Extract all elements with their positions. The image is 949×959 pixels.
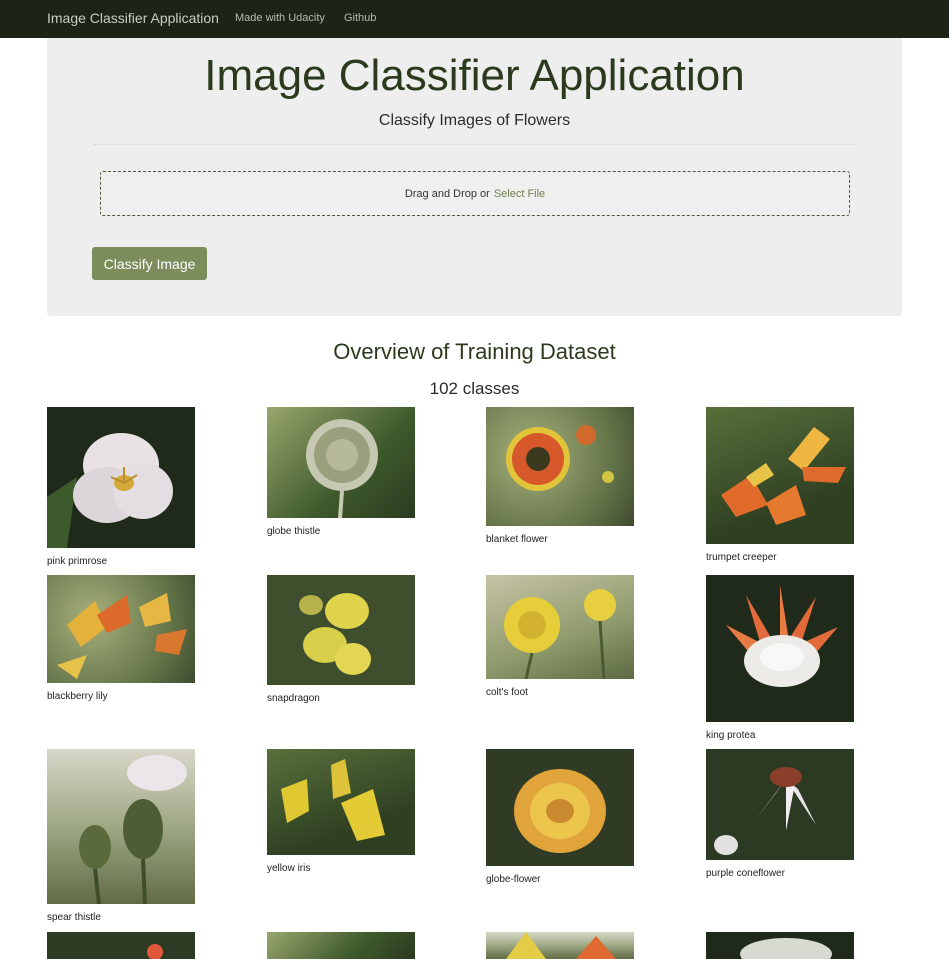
flower-label: globe-flower — [486, 874, 541, 885]
gallery-item: blackberry lily — [47, 575, 195, 702]
gallery-item: colt's foot — [486, 575, 634, 698]
gallery-item — [267, 932, 415, 959]
flower-label: pink primrose — [47, 556, 108, 567]
gallery-item: yellow iris — [267, 749, 415, 874]
navbar: Image Classifier Application Made with U… — [0, 0, 949, 38]
gallery-item: spear thistle — [47, 749, 195, 923]
flower-image-globe-flower — [486, 749, 634, 866]
flower-label: globe thistle — [267, 526, 321, 537]
gallery-item — [486, 932, 634, 959]
gallery-item: trumpet creeper — [706, 407, 854, 563]
file-dropzone[interactable]: Drag and Drop or Select File — [100, 171, 850, 216]
flower-image-partial — [706, 932, 854, 959]
gallery-item — [47, 932, 195, 959]
divider — [94, 144, 854, 147]
flower-image-colts-foot — [486, 575, 634, 679]
flower-label: blackberry lily — [47, 691, 108, 702]
gallery-item: globe-flower — [486, 749, 634, 885]
flower-image-spear-thistle — [47, 749, 195, 904]
select-file-link[interactable]: Select File — [494, 188, 545, 200]
gallery-item: pink primrose — [47, 407, 195, 567]
flower-image-blackberry-lily — [47, 575, 195, 683]
flower-image-yellow-iris — [267, 749, 415, 855]
class-count: 102 classes — [429, 379, 520, 398]
gallery-item: purple coneflower — [706, 749, 854, 879]
flower-image-trumpet-creeper — [706, 407, 854, 544]
flower-image-partial — [486, 932, 634, 959]
flower-label: spear thistle — [47, 912, 101, 923]
gallery-item: blanket flower — [486, 407, 634, 545]
flower-image-globe-thistle — [267, 407, 415, 518]
flower-label: blanket flower — [486, 534, 548, 545]
dropzone-text: Drag and Drop or — [404, 187, 490, 200]
flower-label: snapdragon — [267, 693, 320, 704]
flower-label: yellow iris — [267, 863, 311, 874]
gallery-item: snapdragon — [267, 575, 415, 704]
overview-title: Overview of Training Dataset — [333, 339, 616, 364]
nav-link-github[interactable]: Github — [344, 12, 376, 24]
flower-image-purple-coneflower — [706, 749, 854, 860]
page-title: Image Classifier Application — [204, 51, 745, 100]
jumbotron: Image Classifier Application Classify Im… — [47, 38, 902, 316]
gallery-item: globe thistle — [267, 407, 415, 537]
flower-image-king-protea — [706, 575, 854, 722]
gallery-item: king protea — [706, 575, 854, 741]
flower-label: colt's foot — [486, 687, 528, 698]
flower-image-pink-primrose — [47, 407, 195, 548]
flower-image-partial — [267, 932, 415, 959]
classify-image-button[interactable]: Classify Image — [92, 247, 207, 280]
brand-link[interactable]: Image Classifier Application — [47, 10, 219, 26]
flower-label: trumpet creeper — [706, 552, 777, 563]
flower-label: king protea — [706, 730, 756, 741]
nav-link-udacity[interactable]: Made with Udacity — [235, 12, 325, 24]
flower-image-partial — [47, 932, 195, 959]
page-subtitle: Classify Images of Flowers — [378, 112, 571, 129]
gallery-item — [706, 932, 854, 959]
flower-image-blanket-flower — [486, 407, 634, 526]
flower-label: purple coneflower — [706, 868, 785, 879]
flower-image-snapdragon — [267, 575, 415, 685]
